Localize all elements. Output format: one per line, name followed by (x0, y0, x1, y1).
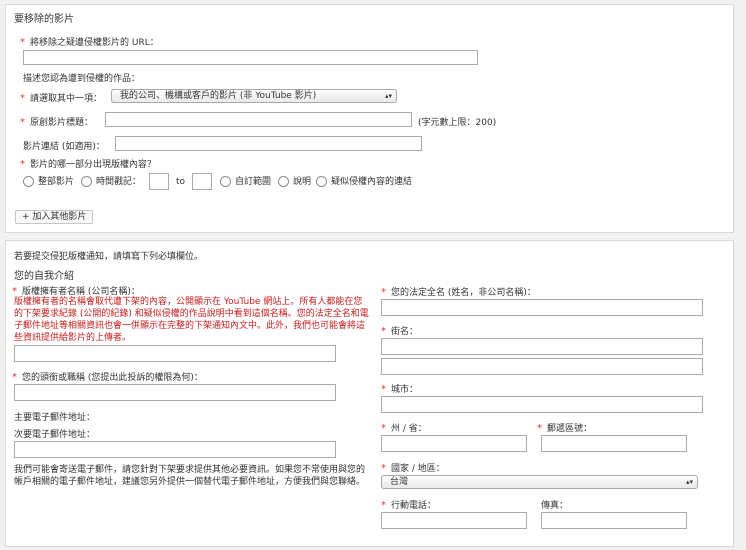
timestamp-start-input[interactable] (149, 173, 169, 190)
radio-icon[interactable] (220, 176, 231, 187)
secondary-email-label: 次要電子郵件地址： (14, 430, 96, 440)
mobile-input[interactable] (381, 512, 527, 529)
zip-input[interactable] (541, 435, 687, 452)
owner-name-note: 版權擁有者的名稱會取代遭下架的內容，公開顯示在 YouTube 網站上。所有人都… (14, 297, 369, 343)
primary-email-label: 主要電子郵件地址： (14, 413, 96, 423)
radio-icon[interactable] (316, 176, 327, 187)
choose-label: * 請選取其中一項： (20, 93, 103, 104)
required-asterisk-icon: * (381, 463, 386, 474)
position-input[interactable] (14, 384, 336, 401)
work-type-select[interactable]: 我的公司、機構或客戶的影片 (非 YouTube 影片) ▴▾ (111, 89, 397, 103)
section-title: 要移除的影片 (14, 14, 74, 25)
city-label: * 城市： (381, 384, 419, 395)
required-asterisk-icon: * (381, 326, 386, 337)
contact-info-panel: 若要提交侵犯版權通知，請填寫下列必填欄位。 您的自我介紹 * 版權擁有者名稱 (公… (5, 240, 734, 547)
required-asterisk-icon: * (20, 117, 25, 128)
country-label: * 國家 / 地區： (381, 463, 445, 474)
add-video-button[interactable]: + 加入其他影片 (15, 210, 94, 224)
required-asterisk-icon: * (381, 423, 386, 434)
timestamp-end-input[interactable] (192, 173, 212, 190)
street-input-1[interactable] (381, 338, 703, 355)
state-input[interactable] (381, 435, 527, 452)
fax-label: 傳真： (541, 501, 569, 511)
required-asterisk-icon: * (20, 93, 25, 104)
country-select[interactable]: 台灣 ▴▾ (381, 475, 698, 489)
required-asterisk-icon: * (537, 423, 542, 434)
intro-text: 若要提交侵犯版權通知，請填寫下列必填欄位。 (14, 252, 204, 262)
required-asterisk-icon: * (12, 372, 17, 383)
street-input-2[interactable] (381, 358, 703, 375)
radio-timestamp[interactable]: 時間戳記： (81, 176, 141, 188)
describe-label: 描述您認為遭到侵權的作品： (23, 74, 141, 84)
original-title-label: * 原創影片標題： (20, 117, 94, 128)
required-asterisk-icon: * (381, 384, 386, 395)
char-limit-note: (字元數上限：200) (418, 118, 497, 128)
fax-input[interactable] (541, 512, 687, 529)
video-link-input[interactable] (115, 136, 422, 151)
legal-name-label: * 您的法定全名 (姓名，非公司名稱)： (381, 287, 536, 298)
state-label: * 州 / 省： (381, 423, 427, 434)
required-asterisk-icon: * (381, 287, 386, 298)
owner-name-input[interactable] (14, 345, 336, 362)
radio-icon[interactable] (23, 176, 34, 187)
radio-describe[interactable]: 說明 (278, 176, 311, 188)
to-label: to (176, 177, 186, 187)
radio-infringing-link[interactable]: 疑似侵權內容的連結 (316, 176, 412, 188)
required-asterisk-icon: * (381, 500, 386, 511)
url-label: * 將移除之疑遭侵權影片的 URL： (20, 37, 159, 48)
secondary-email-input[interactable] (14, 441, 336, 458)
position-label: * 您的頭銜或職稱 (您提出此投訴的權限為何)： (12, 372, 203, 383)
select-arrows-icon: ▴▾ (384, 92, 392, 100)
zip-label: * 郵遞區號： (537, 423, 593, 434)
email-note: 我們可能會寄送電子郵件，請您針對下架要求提供其他必要資訊。如果您不常使用與您的帳… (14, 465, 366, 487)
street-label: * 街名： (381, 326, 419, 337)
legal-name-input[interactable] (381, 299, 703, 316)
radio-icon[interactable] (81, 176, 92, 187)
which-part-label: * 影片的哪一部分出現版權內容？ (20, 159, 157, 170)
radio-icon[interactable] (278, 176, 289, 187)
radio-entire[interactable]: 整部影片 (23, 176, 74, 188)
videos-to-remove-panel: 要移除的影片 * 將移除之疑遭侵權影片的 URL： 描述您認為遭到侵權的作品： *… (5, 4, 734, 233)
required-asterisk-icon: * (20, 159, 25, 170)
original-title-input[interactable] (105, 112, 412, 127)
self-intro-heading: 您的自我介紹 (14, 271, 74, 282)
video-url-input[interactable] (23, 50, 478, 65)
required-asterisk-icon: * (20, 37, 25, 48)
select-arrows-icon: ▴▾ (685, 478, 693, 486)
city-input[interactable] (381, 396, 703, 413)
video-link-label: 影片連結 (如適用)： (23, 142, 105, 152)
mobile-label: * 行動電話： (381, 500, 437, 511)
radio-custom-range[interactable]: 自訂範圍 (220, 176, 271, 188)
